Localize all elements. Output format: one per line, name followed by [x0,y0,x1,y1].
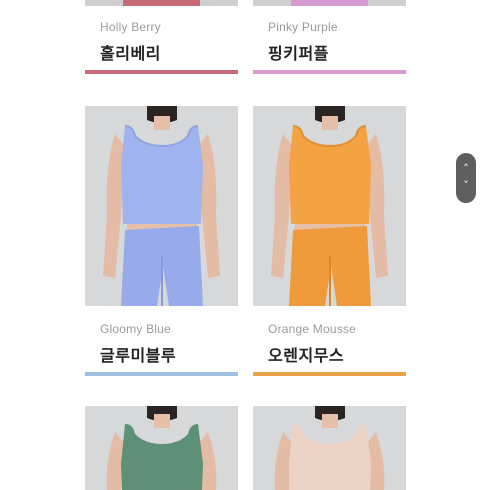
product-photo [253,406,406,490]
product-photo [85,406,238,490]
product-card-gloomy-blue[interactable]: Gloomy Blue 글루미블루 [85,106,238,378]
product-english-name: Orange Mousse [268,322,356,336]
color-swatch-bar [253,70,406,74]
product-photo [253,106,406,306]
product-card-beige[interactable] [253,406,406,490]
product-english-name: Gloomy Blue [100,322,171,336]
product-korean-name: 오렌지무스 [268,346,345,365]
chevron-up-icon[interactable]: ˄ [456,163,476,175]
color-swatch-bar [85,70,238,74]
product-card-orange-mousse[interactable]: Orange Mousse 오렌지무스 [253,106,406,378]
product-photo [253,0,406,6]
product-card-holly-berry[interactable]: Holly Berry 홀리베리 [85,0,238,80]
chevron-down-icon[interactable]: ˅ [456,180,476,192]
product-english-name: Holly Berry [100,20,161,34]
product-photo [85,0,238,6]
product-card-green[interactable] [85,406,238,490]
color-swatch-bar [253,372,406,376]
color-swatch-bar [85,372,238,376]
product-card-pinky-purple[interactable]: Pinky Purple 핑키퍼플 [253,0,406,80]
product-korean-name: 홀리베리 [100,44,161,63]
product-korean-name: 글루미블루 [100,346,177,365]
product-english-name: Pinky Purple [268,20,338,34]
product-photo [85,106,238,306]
product-korean-name: 핑키퍼플 [268,44,329,63]
scroll-navigation[interactable]: ˄ ˅ [456,153,476,203]
